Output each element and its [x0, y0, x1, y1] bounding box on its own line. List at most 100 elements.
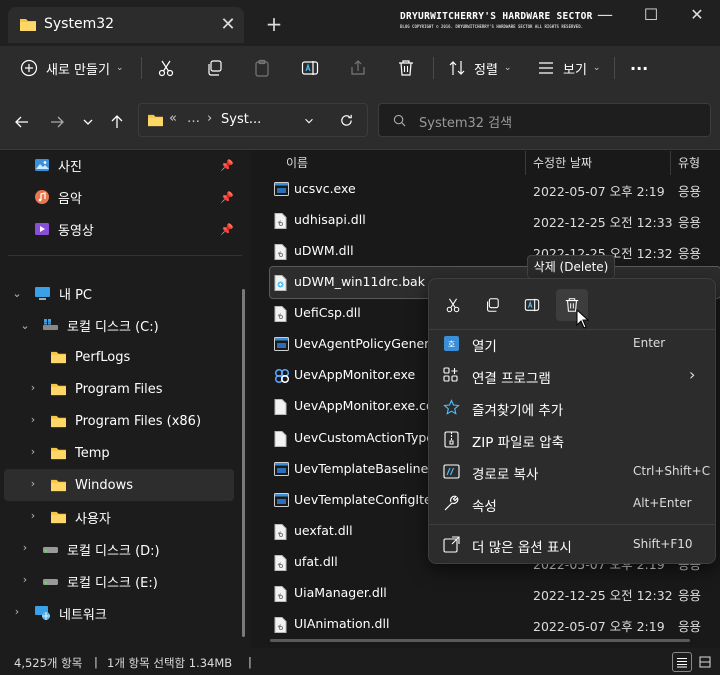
- view-button[interactable]: 보기 ⌄: [537, 54, 600, 82]
- dll-icon: [274, 213, 287, 232]
- tiles-view-button[interactable]: [695, 652, 715, 672]
- ctx-add-favorites[interactable]: 즐겨찾기에 추가: [435, 393, 709, 423]
- sidebar-item-windows[interactable]: Windows: [50, 469, 133, 501]
- copy-icon: [487, 298, 499, 312]
- file-row[interactable]: UiaManager.dll 2022-12-25 오전 12:32 응용: [270, 578, 720, 609]
- chevron-right-icon[interactable]: ›: [18, 541, 32, 554]
- ctx-cut-button[interactable]: [437, 289, 469, 321]
- breadcrumb-separator[interactable]: ›: [207, 111, 212, 126]
- recent-locations-button[interactable]: [76, 110, 100, 134]
- chevron-down-icon[interactable]: ⌄: [10, 287, 24, 300]
- tab-close-button[interactable]: ✕: [216, 13, 240, 37]
- sidebar-item-label: 로컬 디스크 (E:): [67, 575, 158, 591]
- breadcrumb-ellipsis[interactable]: …: [187, 111, 200, 126]
- share-button[interactable]: [349, 54, 367, 82]
- scissors-icon: [446, 298, 460, 313]
- refresh-icon[interactable]: [339, 113, 354, 128]
- ctx-compress-zip[interactable]: ZIP 파일로 압축: [435, 425, 709, 455]
- sidebar-scrollbar[interactable]: [242, 289, 245, 637]
- file-name: uDWM.dll: [294, 243, 354, 259]
- column-header-name[interactable]: 이름: [286, 154, 308, 176]
- ctx-copy-as-path[interactable]: 경로로 복사 Ctrl+Shift+C: [435, 457, 711, 487]
- search-box[interactable]: System32 검색: [378, 103, 711, 137]
- new-button[interactable]: 새로 만들기 ⌄: [20, 54, 123, 82]
- ctx-shortcut: Ctrl+Shift+C: [633, 464, 711, 478]
- address-bar[interactable]: « … › Syst...: [138, 103, 368, 137]
- file-name: uDWM_win11drc.bak: [294, 274, 425, 290]
- sort-button[interactable]: 정렬 ⌄: [448, 54, 511, 82]
- windows-drive-icon: [43, 319, 58, 330]
- sidebar-item-pictures[interactable]: 사진 📌: [34, 149, 234, 181]
- forward-button[interactable]: [45, 110, 69, 134]
- ctx-properties[interactable]: 속성 Alt+Enter: [435, 489, 709, 519]
- more-options-button[interactable]: ···: [630, 54, 648, 82]
- sidebar-item-drive-d[interactable]: 로컬 디스크 (D:): [42, 533, 160, 565]
- file-row[interactable]: udhisapi.dll 2022-12-25 오전 12:33 응용: [270, 205, 720, 236]
- view-icon: [539, 62, 553, 74]
- sidebar-item-temp[interactable]: Temp: [50, 437, 110, 469]
- file-type: 응용: [678, 215, 702, 231]
- pin-icon[interactable]: 📌: [220, 223, 234, 236]
- sidebar-item-users[interactable]: 사용자: [50, 501, 111, 533]
- minimize-button[interactable]: —: [582, 0, 628, 32]
- overflow-chevron[interactable]: «: [169, 111, 177, 126]
- file-name: UIAnimation.dll: [294, 615, 390, 631]
- chevron-right-icon[interactable]: ›: [18, 573, 32, 586]
- horizontal-scrollbar[interactable]: [270, 639, 690, 642]
- chevron-down-icon[interactable]: ⌄: [18, 319, 32, 332]
- ctx-label: 경로로 복사: [472, 467, 539, 483]
- ctx-show-more-options[interactable]: 더 많은 옵션 표시 Shift+F10: [435, 530, 709, 560]
- new-tab-button[interactable]: +: [262, 12, 286, 36]
- drive-icon: [43, 579, 58, 585]
- dll-icon: [274, 306, 287, 325]
- sidebar-item-this-pc[interactable]: 내 PC: [34, 277, 92, 309]
- rename-button[interactable]: [301, 54, 319, 82]
- maximize-button[interactable]: ☐: [628, 0, 674, 32]
- up-button[interactable]: [105, 110, 129, 134]
- tab-system32[interactable]: System32 ✕: [8, 7, 244, 43]
- back-button[interactable]: [10, 110, 34, 134]
- column-header-date[interactable]: 수정한 날짜: [533, 154, 592, 176]
- ctx-copy-button[interactable]: [476, 289, 508, 321]
- file-row[interactable]: uDWM.dll 2022-12-25 오전 12:32 응용: [270, 236, 720, 267]
- ctx-rename-button[interactable]: [516, 289, 548, 321]
- selection-info: 1개 항목 선택함 1.34MB: [107, 656, 233, 670]
- sidebar-item-program-files[interactable]: Program Files: [50, 373, 163, 405]
- sidebar-item-drive-c[interactable]: 로컬 디스크 (C:): [42, 309, 159, 341]
- copy-button[interactable]: [205, 54, 223, 82]
- file-row[interactable]: UIAnimation.dll 2022-05-07 오후 2:19 응용: [270, 609, 720, 640]
- paste-icon: [255, 59, 269, 77]
- pin-icon[interactable]: 📌: [220, 159, 234, 172]
- ctx-shortcut: Shift+F10: [633, 537, 693, 551]
- ctx-shortcut: Alt+Enter: [633, 496, 692, 510]
- sidebar-item-perflogs[interactable]: PerfLogs: [50, 341, 130, 373]
- sidebar-item-drive-e[interactable]: 로컬 디스크 (E:): [42, 565, 158, 597]
- chevron-right-icon[interactable]: ›: [26, 445, 40, 458]
- file-row[interactable]: ucsvc.exe 2022-05-07 오후 2:19 응용: [270, 174, 720, 205]
- plus-circle-icon: [20, 59, 38, 77]
- cut-button[interactable]: [157, 54, 175, 82]
- breadcrumb-current[interactable]: Syst...: [221, 112, 261, 127]
- sidebar-item-videos[interactable]: 동영상 📌: [34, 213, 234, 245]
- chevron-right-icon[interactable]: ›: [26, 477, 40, 490]
- sidebar-item-label: 사진: [58, 159, 82, 175]
- sidebar-item-network[interactable]: 네트워크: [34, 597, 107, 629]
- chevron-down-icon[interactable]: [303, 115, 315, 127]
- chevron-right-icon[interactable]: ›: [26, 509, 40, 522]
- chevron-right-icon[interactable]: ›: [10, 605, 24, 618]
- close-window-button[interactable]: ✕: [674, 0, 720, 32]
- paste-button[interactable]: [253, 54, 271, 82]
- pin-icon[interactable]: 📌: [220, 191, 234, 204]
- chevron-right-icon[interactable]: ›: [26, 381, 40, 394]
- chevron-down-icon: [83, 119, 93, 125]
- view-label: 보기: [563, 62, 587, 78]
- ctx-open[interactable]: 호 열기 Enter: [435, 329, 709, 359]
- details-view-button[interactable]: [672, 652, 692, 672]
- sidebar-item-program-files-x86[interactable]: Program Files (x86): [50, 405, 201, 437]
- sidebar-item-music[interactable]: 음악 📌: [34, 181, 234, 213]
- watermark-title: DRYURWITCHERRY'S HARDWARE SECTOR: [400, 11, 593, 22]
- chevron-right-icon[interactable]: ›: [26, 413, 40, 426]
- ctx-open-with[interactable]: 연결 프로그램 ›: [435, 361, 709, 391]
- delete-button[interactable]: [397, 54, 415, 82]
- column-header-type[interactable]: 유형: [678, 154, 700, 176]
